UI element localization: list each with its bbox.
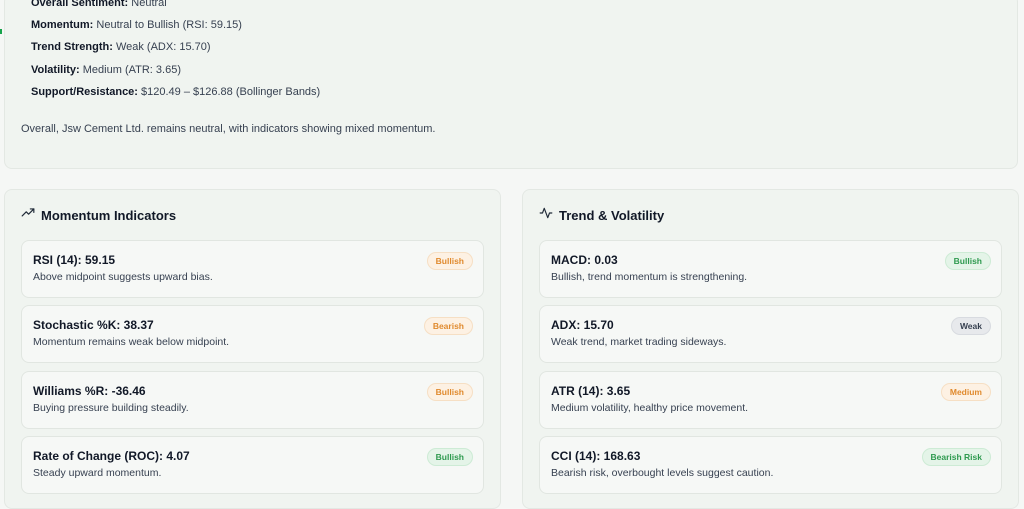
trending-up-icon	[21, 206, 35, 225]
indicator-card-cci: CCI (14): 168.63 Bearish risk, overbough…	[539, 436, 1002, 494]
indicator-description: Momentum remains weak below midpoint.	[33, 336, 230, 348]
indicator-title: RSI (14): 59.15	[33, 253, 116, 267]
status-badge: Weak	[950, 317, 991, 335]
indicator-description: Medium volatility, healthy price movemen…	[551, 402, 749, 414]
indicator-title: ATR (14): 3.65	[551, 384, 631, 398]
indicator-description: Steady upward momentum.	[33, 467, 162, 479]
indicator-card-roc: Rate of Change (ROC): 4.07 Steady upward…	[21, 436, 484, 494]
summary-label: Volatility:	[31, 63, 80, 76]
indicator-description: Bullish, trend momentum is strengthening…	[551, 271, 748, 283]
indicator-card-williams: Williams %R: -36.46 Buying pressure buil…	[21, 371, 484, 429]
panel-title: Momentum Indicators	[41, 207, 177, 223]
edge-marker	[0, 29, 2, 34]
summary-row-support-resistance: Support/Resistance: $120.49 – $126.88 (B…	[31, 86, 320, 108]
indicator-title: Williams %R: -36.46	[33, 384, 146, 398]
summary-value: Weak (ADX: 15.70)	[115, 41, 211, 54]
status-badge: Medium	[940, 383, 991, 401]
indicator-card-atr: ATR (14): 3.65 Medium volatility, health…	[539, 371, 1002, 429]
trend-volatility-panel: Trend & Volatility MACD: 0.03 Bullish, t…	[522, 189, 1019, 509]
summary-row-volatility: Volatility: Medium (ATR: 3.65)	[31, 64, 320, 86]
summary-label: Momentum:	[31, 19, 94, 32]
indicator-title: Stochastic %K: 38.37	[33, 318, 154, 332]
indicator-title: CCI (14): 168.63	[551, 449, 641, 463]
panel-title: Trend & Volatility	[559, 207, 665, 223]
indicator-description: Above midpoint suggests upward bias.	[33, 271, 213, 283]
indicator-card-rsi: RSI (14): 59.15 Above midpoint suggests …	[21, 240, 484, 298]
panel-header: Trend & Volatility	[539, 207, 664, 223]
status-badge: Bearish	[423, 317, 473, 335]
summary-value: $120.49 – $126.88 (Bollinger Bands)	[141, 85, 321, 98]
summary-paragraph: Overall, Jsw Cement Ltd. remains neutral…	[21, 123, 436, 135]
status-badge: Bullish	[426, 252, 473, 270]
indicator-description: Weak trend, market trading sideways.	[551, 336, 727, 348]
summary-label: Trend Strength:	[31, 41, 113, 54]
indicator-description: Buying pressure building steadily.	[33, 402, 189, 414]
indicator-title: Rate of Change (ROC): 4.07	[33, 449, 190, 463]
indicator-card-stochastic: Stochastic %K: 38.37 Momentum remains we…	[21, 305, 484, 363]
status-badge: Bullish	[944, 252, 991, 270]
summary-value: Neutral	[131, 0, 167, 9]
summary-label: Overall Sentiment:	[31, 0, 129, 9]
status-badge: Bullish	[426, 448, 473, 466]
sentiment-summary-card: Overall Sentiment: Neutral Momentum: Neu…	[4, 0, 1018, 169]
indicator-title: ADX: 15.70	[551, 318, 614, 332]
summary-row-trend-strength: Trend Strength: Weak (ADX: 15.70)	[31, 41, 320, 63]
summary-value: Neutral to Bullish (RSI: 59.15)	[96, 19, 242, 32]
indicator-card-macd: MACD: 0.03 Bullish, trend momentum is st…	[539, 240, 1002, 298]
indicator-card-adx: ADX: 15.70 Weak trend, market trading si…	[539, 305, 1002, 363]
summary-row-sentiment: Overall Sentiment: Neutral	[31, 0, 320, 19]
panel-header: Momentum Indicators	[21, 207, 176, 223]
momentum-indicators-panel: Momentum Indicators RSI (14): 59.15 Abov…	[4, 189, 501, 509]
indicator-title: MACD: 0.03	[551, 253, 618, 267]
status-badge: Bullish	[426, 383, 473, 401]
activity-icon	[539, 206, 553, 225]
summary-label: Support/Resistance:	[31, 85, 138, 98]
summary-row-momentum: Momentum: Neutral to Bullish (RSI: 59.15…	[31, 19, 320, 41]
indicator-description: Bearish risk, overbought levels suggest …	[551, 467, 774, 479]
summary-value: Medium (ATR: 3.65)	[82, 63, 181, 76]
summary-list: Overall Sentiment: Neutral Momentum: Neu…	[31, 0, 320, 108]
status-badge: Bearish Risk	[921, 448, 991, 466]
